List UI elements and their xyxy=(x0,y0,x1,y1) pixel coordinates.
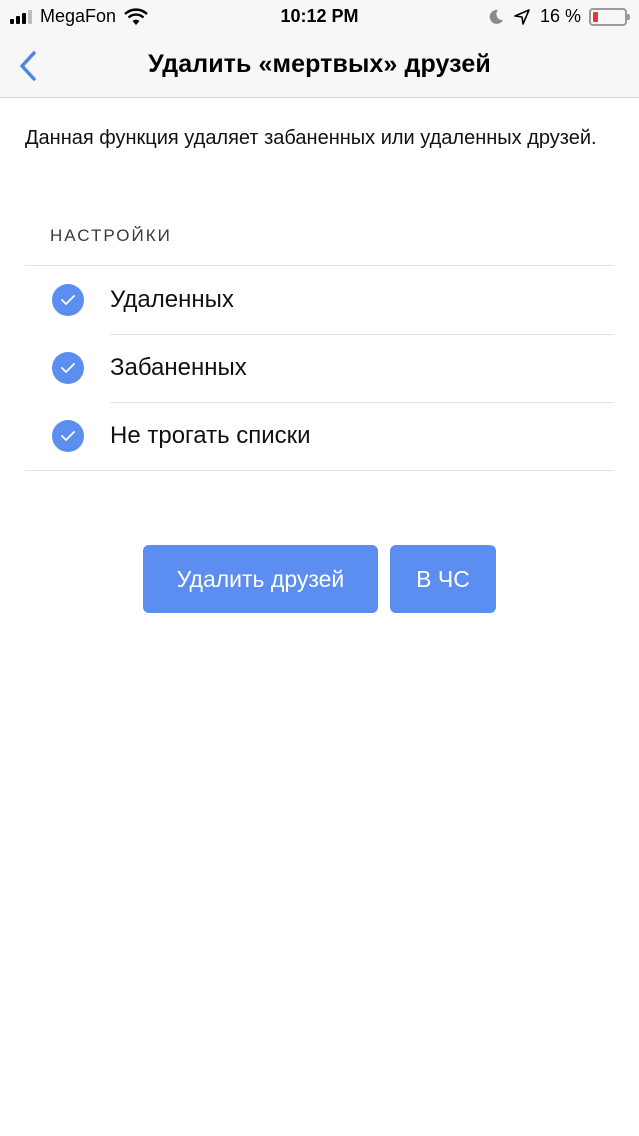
function-description: Данная функция удаляет забаненных или уд… xyxy=(25,127,597,149)
chevron-left-icon xyxy=(20,51,36,81)
battery-percent: 16 % xyxy=(539,6,581,26)
checkmark-icon[interactable] xyxy=(52,352,84,384)
battery-icon xyxy=(589,7,630,26)
status-bar: MegaFon 10:12 PM 16 % xyxy=(0,0,639,34)
page-title: Удалить «мертвых» друзей xyxy=(148,50,491,78)
moon-icon xyxy=(489,9,503,24)
option-label: Не трогать списки xyxy=(110,422,311,449)
status-right: 16 % xyxy=(488,6,630,27)
settings-options-list: Удаленных Забаненных Не трогать списки xyxy=(25,265,614,471)
option-banned[interactable]: Забаненных xyxy=(25,334,614,402)
delete-friends-button[interactable]: Удалить друзей xyxy=(143,545,378,613)
option-keep-lists[interactable]: Не трогать списки xyxy=(25,402,614,470)
navigation-bar: Удалить «мертвых» друзей xyxy=(0,34,639,98)
checkmark-icon[interactable] xyxy=(52,284,84,316)
location-arrow-icon xyxy=(514,8,530,25)
battery-level-fill xyxy=(593,11,598,22)
blacklist-button[interactable]: В ЧС xyxy=(390,545,496,613)
back-button[interactable] xyxy=(8,46,48,86)
option-label: Удаленных xyxy=(110,286,234,313)
option-label: Забаненных xyxy=(110,354,247,381)
option-deleted[interactable]: Удаленных xyxy=(25,266,614,334)
settings-section-header: НАСТРОЙКИ xyxy=(50,226,172,245)
checkmark-icon[interactable] xyxy=(52,420,84,452)
